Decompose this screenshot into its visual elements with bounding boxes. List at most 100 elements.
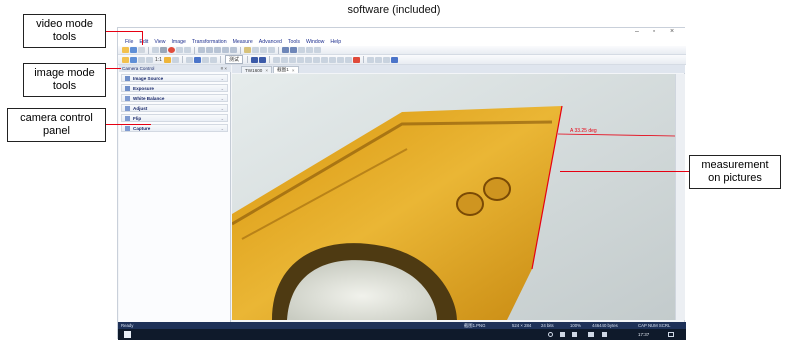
circle-icon[interactable] (328, 56, 336, 63)
pause-icon[interactable] (176, 47, 183, 53)
save-icon[interactable] (130, 47, 137, 53)
flag-icon[interactable] (258, 56, 266, 63)
flip-icon[interactable] (206, 47, 213, 53)
menu-window[interactable]: Window (306, 39, 324, 45)
rectangle-icon[interactable] (320, 56, 328, 63)
copy-icon[interactable] (222, 47, 229, 53)
tab-camera[interactable]: TW1600 × (241, 66, 273, 73)
pencil-icon[interactable] (288, 56, 296, 63)
image-viewer[interactable]: A 33.25 deg (232, 74, 675, 320)
measure-tool-icon[interactable] (244, 47, 251, 53)
clear-measure-icon[interactable] (352, 56, 360, 63)
table-icon[interactable] (382, 56, 390, 63)
print-icon[interactable] (138, 47, 145, 53)
fit-icon[interactable] (163, 56, 171, 63)
calibrate-icon[interactable] (366, 56, 374, 63)
panel-item-adjust[interactable]: Adjust ⌄ (121, 104, 228, 112)
color-icon[interactable] (193, 56, 201, 63)
panel-item-label: Image Source (133, 75, 164, 81)
status-depth: 24 bits (541, 323, 554, 328)
save-image-icon[interactable] (130, 56, 137, 63)
close-tab-icon[interactable]: × (292, 68, 295, 73)
pad-right (483, 177, 511, 201)
tab-snapshot[interactable]: 截图1 × (273, 66, 299, 73)
chevron-down-icon: ⌄ (220, 115, 224, 121)
filter-icon[interactable] (209, 56, 217, 63)
levels-icon[interactable] (201, 56, 209, 63)
menu-view[interactable]: View (154, 39, 165, 45)
video-mode-toolbar (118, 46, 686, 55)
callout-text: video mode (36, 18, 93, 30)
panel-title-buttons[interactable]: # × (221, 65, 227, 72)
angle-icon[interactable] (312, 56, 320, 63)
panel-title: Camera Control (119, 65, 231, 72)
measurement-label[interactable]: A 33.25 deg (570, 128, 597, 134)
menu-help[interactable]: Help (330, 39, 341, 45)
open-icon[interactable] (122, 47, 129, 53)
window-icon[interactable] (290, 47, 297, 53)
cut-icon[interactable] (214, 47, 221, 53)
status-caps: CAP NUM SCRL (638, 323, 671, 328)
arrow-icon[interactable] (296, 56, 304, 63)
polygon-icon[interactable] (304, 56, 312, 63)
chevron-down-icon: ⌄ (220, 125, 224, 131)
adjust-icon (125, 105, 130, 111)
zoom-out-icon[interactable] (268, 47, 275, 53)
hand-icon[interactable] (272, 56, 280, 63)
menu-edit[interactable]: Edit (139, 39, 148, 45)
vertical-scrollbar[interactable] (675, 74, 685, 320)
menu-image[interactable]: Image (171, 39, 185, 45)
callout-image-mode: image mode tools (23, 63, 106, 97)
open-image-icon[interactable] (122, 56, 129, 63)
panel-item-image-source[interactable]: Image Source ⌄ (121, 74, 228, 82)
zoom-icon[interactable] (171, 56, 179, 63)
help-icon[interactable] (314, 47, 321, 53)
exposure-icon (125, 85, 130, 91)
volume-icon[interactable] (560, 332, 565, 337)
delete-measure-icon[interactable] (344, 56, 352, 63)
battery-icon[interactable] (572, 332, 577, 337)
panel-item-white-balance[interactable]: White Balance ⌄ (121, 94, 228, 102)
panel-item-capture[interactable]: Capture ⌄ (121, 124, 228, 132)
pointer-icon[interactable] (185, 56, 193, 63)
snapshot-icon[interactable] (160, 47, 167, 53)
menu-tools[interactable]: Tools (288, 39, 300, 45)
panel-item-exposure[interactable]: Exposure ⌄ (121, 84, 228, 92)
app-icon[interactable] (602, 332, 607, 337)
zoom-1-1-button[interactable]: 1:1 (155, 57, 162, 63)
menu-advanced[interactable]: Advanced (259, 39, 282, 45)
text-icon[interactable] (336, 56, 344, 63)
record-icon[interactable] (168, 47, 175, 53)
export-measure-icon[interactable] (390, 56, 398, 63)
stop-icon[interactable] (184, 47, 191, 53)
network-icon[interactable] (548, 332, 553, 337)
draw-tool-icon[interactable] (250, 56, 258, 63)
grid-icon[interactable] (252, 47, 259, 53)
undo-icon[interactable] (138, 56, 145, 63)
camera-icon[interactable] (152, 47, 159, 53)
close-tab-icon[interactable]: × (265, 68, 268, 73)
text-tool-select[interactable]: 测试 (224, 55, 243, 64)
panel-item-flip[interactable]: Flip ⌄ (121, 114, 228, 122)
menu-measure[interactable]: Measure (233, 39, 253, 45)
report-icon[interactable] (374, 56, 382, 63)
notification-icon[interactable] (668, 332, 674, 337)
menu-transformation[interactable]: Transformation (192, 39, 227, 45)
export-icon[interactable] (306, 47, 313, 53)
zoom-in-icon[interactable] (260, 47, 267, 53)
layout-icon[interactable] (282, 47, 289, 53)
camera-control-panel: Camera Control # × Image Source ⌄ Exposu… (119, 65, 231, 324)
close-icon[interactable]: × (666, 28, 678, 35)
paste-icon[interactable] (230, 47, 237, 53)
settings-icon[interactable] (298, 47, 305, 53)
line-icon[interactable] (280, 56, 288, 63)
minimize-icon[interactable]: – (631, 28, 643, 35)
clock[interactable]: 17:37 (638, 332, 649, 337)
menu-file[interactable]: File (125, 39, 133, 45)
windows-start-icon[interactable] (124, 331, 131, 338)
maximize-icon[interactable]: ▫ (648, 28, 660, 35)
keyboard-icon[interactable] (588, 332, 594, 337)
chevron-down-icon: ⌄ (220, 105, 224, 111)
redo-icon[interactable] (146, 56, 153, 63)
rotate-icon[interactable] (198, 47, 205, 53)
